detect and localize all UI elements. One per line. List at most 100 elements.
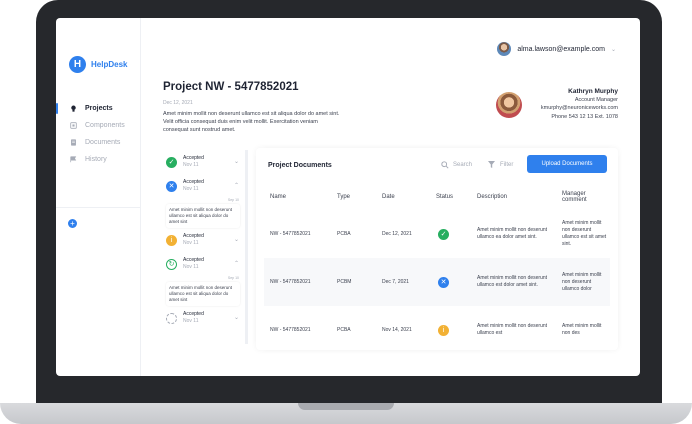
column-header[interactable]: Description [471, 184, 556, 210]
spinner-icon [166, 312, 177, 324]
doc-name[interactable]: NW - 5477852021 [264, 258, 331, 306]
chevron-up-icon[interactable]: ⌃ [234, 182, 239, 189]
timeline-item[interactable]: Accepted Nov 11 ⌄ [161, 306, 245, 330]
check-icon: ✓ [438, 228, 449, 240]
chevron-up-icon[interactable]: ⌃ [234, 260, 239, 267]
timeline-status: Accepted [183, 311, 204, 317]
sidebar-item-history[interactable]: History [56, 151, 140, 168]
column-header[interactable]: Status [430, 184, 471, 210]
upload-documents-button[interactable]: Upload Documents [527, 155, 607, 173]
column-header[interactable]: Date [376, 184, 430, 210]
column-header[interactable]: Type [331, 184, 376, 210]
manager-avatar [496, 92, 522, 118]
timeline-item[interactable]: ✕ Accepted Nov 11 ⌃ [161, 174, 245, 198]
doc-type: PCBA [337, 230, 351, 237]
sidebar-item-label: Projects [85, 105, 113, 112]
doc-comment: Amet minim mollit non deserunt ullamco d… [556, 258, 610, 306]
timeline-item[interactable]: ↻ Accepted Nov 11 ⌃ [161, 252, 245, 276]
doc-name[interactable]: NW - 5477852021 [264, 210, 331, 258]
timeline-date: Nov 11 [183, 240, 199, 246]
doc-comment: Amet minim mollit non des [562, 323, 602, 336]
component-icon [70, 122, 77, 129]
table-row[interactable]: NW - 5477852021 PCBM Dec 7, 2021 ✕ Amet … [264, 258, 610, 306]
search-button[interactable]: Search [441, 161, 472, 169]
doc-date: Dec 12, 2021 [382, 230, 412, 237]
sidebar-item-label: History [85, 156, 107, 163]
filter-button[interactable]: Filter [488, 161, 513, 168]
manager-name: Kathryn Murphy [568, 88, 618, 95]
status-timeline: ✓ Accepted Nov 11 ⌄ ✕ Accepted Nov 11 ⌃ Se… [161, 150, 248, 344]
check-icon: ✓ [166, 156, 177, 168]
documents-title: Project Documents [268, 162, 332, 169]
user-email: alma.lawson@example.com [517, 45, 605, 53]
add-icon[interactable]: + [68, 219, 77, 228]
info-icon: i [166, 234, 177, 246]
sidebar-item-documents[interactable]: Documents [56, 134, 140, 151]
column-header[interactable]: Manager comment [556, 184, 610, 210]
avatar [497, 42, 512, 56]
manager-email[interactable]: kmurphy@neuroniceworks.com [541, 104, 618, 112]
filter-icon [488, 161, 495, 168]
table-row[interactable]: NW - 5477852021 PCBA Dec 12, 2021 ✓ Amet… [264, 210, 610, 258]
timeline-status: Accepted [183, 179, 204, 185]
logo-icon: H [69, 56, 86, 73]
table-header-row: Name Type Date Status Description Manage… [264, 184, 610, 210]
manager-phone: Phone 543 12 13 Ext. 1078 [551, 113, 618, 120]
project-date: Dec 12, 2021 [163, 100, 193, 106]
logo[interactable]: H HelpDesk [69, 56, 127, 73]
timeline-status: Accepted [183, 233, 204, 239]
sidebar: H HelpDesk Projects Components Documents… [56, 18, 141, 376]
table-row[interactable]: NW - 5477852021 PCBA Nov 14, 2021 i Amet… [264, 306, 610, 354]
doc-description: Amet minim mollit non deserunt ullamco e… [471, 258, 556, 306]
doc-status: ✓ [430, 210, 471, 258]
search-label: Search [453, 162, 473, 168]
timeline-item[interactable]: i Accepted Nov 11 ⌄ [161, 228, 245, 252]
refresh-icon: ↻ [166, 258, 177, 270]
timeline-date: Nov 11 [183, 318, 199, 324]
doc-date: Nov 14, 2021 [382, 326, 412, 333]
document-icon [71, 139, 76, 146]
doc-status: ✕ [430, 258, 471, 306]
app-name: HelpDesk [91, 60, 128, 69]
filter-label: Filter [500, 161, 514, 168]
chevron-down-icon[interactable]: ⌄ [234, 158, 239, 165]
page-title: Project NW - 5477852021 [163, 81, 299, 93]
doc-description: Amet minim mollit non deserunt ullamco e… [477, 323, 548, 336]
sidebar-item-label: Components [85, 122, 125, 129]
x-icon: ✕ [166, 180, 177, 192]
doc-description: Amet minim mollit non deserunt ullamco e… [477, 227, 548, 240]
timeline-status: Accepted [183, 257, 204, 263]
search-icon [441, 161, 449, 169]
manager-role: Account Manager [574, 97, 618, 104]
column-header[interactable]: Name [264, 184, 331, 210]
doc-date: Dec 7, 2021 [376, 258, 430, 306]
timeline-comment: Amet minim mollit non deserunt ullamco e… [166, 282, 240, 306]
documents-table: Name Type Date Status Description Manage… [264, 184, 610, 354]
timeline-item[interactable]: ✓ Accepted Nov 11 ⌄ [161, 150, 245, 174]
sidebar-nav: Projects Components Documents History [56, 100, 140, 168]
app-window: H HelpDesk Projects Components Documents… [56, 18, 640, 376]
chevron-down-icon: ⌄ [610, 46, 616, 53]
doc-type: PCBA [337, 326, 351, 333]
documents-panel: Project Documents Search Filter Upload D… [256, 148, 618, 350]
history-icon [70, 156, 77, 163]
sidebar-item-projects[interactable]: Projects [56, 100, 140, 117]
chevron-down-icon[interactable]: ⌄ [234, 314, 239, 321]
project-description: Amet minim mollit non deserunt ullamco e… [163, 111, 340, 133]
info-icon: i [438, 324, 449, 336]
timeline-date: Nov 11 [183, 186, 199, 192]
timeline-date: Nov 11 [183, 264, 199, 270]
timeline-status: Accepted [183, 155, 204, 161]
doc-type: PCBM [331, 258, 376, 306]
sidebar-divider [56, 207, 140, 208]
timeline-date: Nov 11 [183, 162, 199, 168]
user-menu[interactable]: alma.lawson@example.com ⌄ [497, 42, 616, 56]
sidebar-item-label: Documents [85, 139, 121, 146]
doc-status: i [430, 306, 471, 354]
lightbulb-icon [71, 105, 76, 112]
doc-comment: Amet minim mollit non deserunt ullamco e… [562, 220, 607, 247]
sidebar-item-components[interactable]: Components [56, 117, 140, 134]
chevron-down-icon[interactable]: ⌄ [234, 236, 239, 243]
doc-name[interactable]: NW - 5477852021 [264, 306, 331, 354]
x-icon: ✕ [438, 276, 449, 288]
